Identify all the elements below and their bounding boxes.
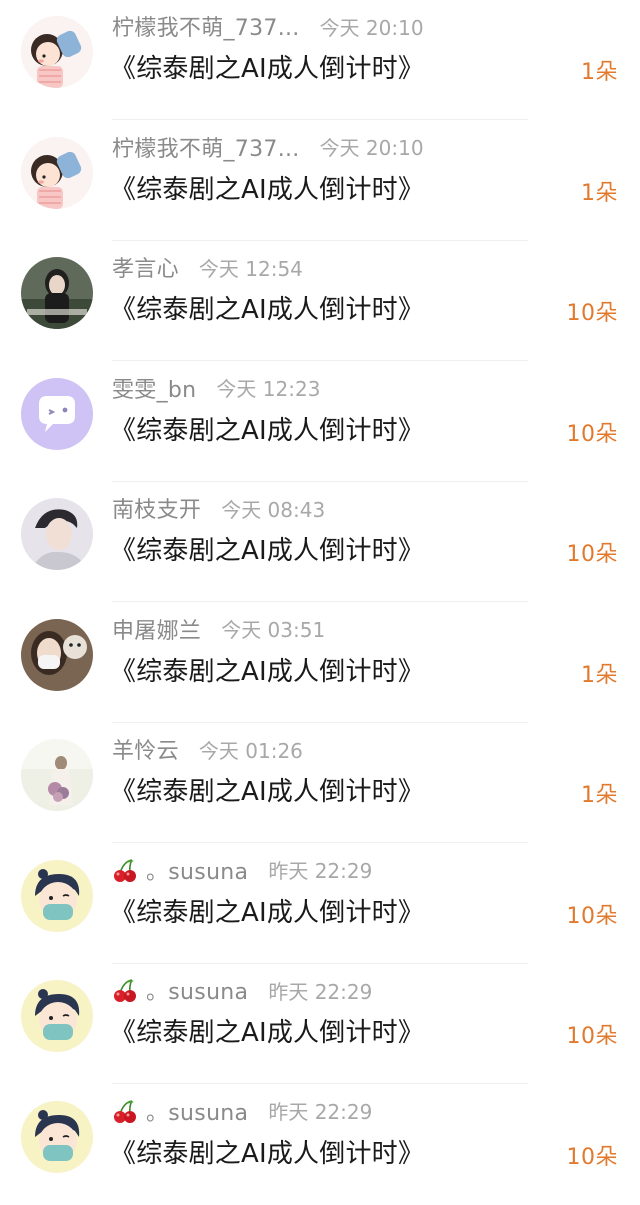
- timestamp: 今天 03:51: [221, 618, 326, 642]
- person-with-flowers-avatar: [21, 739, 93, 811]
- flower-count: 1朵: [581, 662, 618, 688]
- username[interactable]: 孝言心: [112, 251, 179, 283]
- cherry-icon: [112, 857, 138, 883]
- username[interactable]: 南枝支开: [112, 492, 201, 524]
- flower-count: 10朵: [566, 903, 618, 929]
- item-meta: 申屠娜兰 今天 03:51: [112, 613, 325, 645]
- book-title[interactable]: 《综泰剧之AI成人倒计时》: [110, 651, 424, 688]
- cartoon-girl-drinking-avatar: [21, 16, 93, 88]
- list-item[interactable]: 雯雯_bn 今天 12:23 《综泰剧之AI成人倒计时》 10朵: [0, 362, 640, 482]
- item-meta: 。susuna 昨天 22:29: [112, 1095, 372, 1127]
- book-title[interactable]: 《综泰剧之AI成人倒计时》: [110, 289, 424, 326]
- avatar[interactable]: [21, 16, 93, 88]
- list-item[interactable]: 羊怜云 今天 01:26 《综泰剧之AI成人倒计时》 1朵: [0, 723, 640, 843]
- item-meta: 柠檬我不萌_737... 今天 20:10: [112, 10, 424, 42]
- cherry-icon: [112, 1098, 138, 1124]
- item-meta: 南枝支开 今天 08:43: [112, 492, 325, 524]
- username[interactable]: 柠檬我不萌_737...: [112, 131, 300, 163]
- flower-count: 10朵: [566, 421, 618, 447]
- avatar[interactable]: [21, 377, 93, 450]
- flower-count: 10朵: [566, 301, 618, 326]
- flower-count: 1朵: [581, 60, 618, 85]
- list-item[interactable]: 。susuna 昨天 22:29 《综泰剧之AI成人倒计时》 10朵: [0, 964, 640, 1084]
- timestamp: 今天 12:54: [198, 256, 303, 281]
- avatar[interactable]: [21, 1100, 93, 1173]
- purple-chat-bubble-avatar: [21, 377, 93, 450]
- list-item[interactable]: 南枝支开 今天 08:43 《综泰剧之AI成人倒计时》 10朵: [0, 482, 640, 602]
- book-title[interactable]: 《综泰剧之AI成人倒计时》: [110, 1133, 424, 1170]
- flower-count: 10朵: [566, 542, 618, 567]
- username[interactable]: 柠檬我不萌_737...: [112, 10, 300, 42]
- avatar[interactable]: [21, 618, 93, 691]
- book-title[interactable]: 《综泰剧之AI成人倒计时》: [110, 48, 424, 85]
- flower-count: 10朵: [566, 1144, 618, 1170]
- flower-count: 10朵: [566, 1024, 618, 1049]
- dark-hair-woman-photo-avatar: [21, 257, 93, 329]
- avatar[interactable]: [21, 498, 93, 570]
- item-meta: 孝言心 今天 12:54: [112, 251, 303, 283]
- flower-count: 1朵: [581, 180, 618, 206]
- avatar[interactable]: [21, 257, 93, 329]
- book-title[interactable]: 《综泰剧之AI成人倒计时》: [110, 530, 424, 567]
- list-item[interactable]: 孝言心 今天 12:54 《综泰剧之AI成人倒计时》 10朵: [0, 241, 640, 361]
- username[interactable]: 。susuna: [146, 1095, 248, 1127]
- book-title[interactable]: 《综泰剧之AI成人倒计时》: [110, 771, 424, 808]
- book-title[interactable]: 《综泰剧之AI成人倒计时》: [110, 1012, 424, 1049]
- item-meta: 柠檬我不萌_737... 今天 20:10: [112, 131, 424, 163]
- list-item[interactable]: 。susuna 昨天 22:29 《综泰剧之AI成人倒计时》 10朵: [0, 1085, 640, 1205]
- item-meta: 雯雯_bn 今天 12:23: [112, 372, 320, 404]
- young-man-photo-avatar: [21, 498, 93, 570]
- avatar[interactable]: [21, 859, 93, 932]
- item-meta: 。susuna 昨天 22:29: [112, 974, 372, 1006]
- cartoon-masked-boy-avatar: [21, 1100, 93, 1173]
- username[interactable]: 。susuna: [146, 854, 248, 886]
- timestamp: 今天 01:26: [198, 738, 303, 763]
- timestamp: 昨天 22:29: [268, 979, 373, 1004]
- timestamp: 今天 20:10: [319, 136, 424, 160]
- timestamp: 昨天 22:29: [268, 859, 373, 883]
- masked-woman-with-dog-avatar: [21, 618, 93, 691]
- item-meta: 。susuna 昨天 22:29: [112, 854, 372, 886]
- book-title[interactable]: 《综泰剧之AI成人倒计时》: [110, 892, 424, 929]
- timestamp: 今天 20:10: [319, 15, 424, 40]
- item-meta: 羊怜云 今天 01:26: [112, 733, 303, 765]
- list-item[interactable]: 。susuna 昨天 22:29 《综泰剧之AI成人倒计时》 10朵: [0, 844, 640, 964]
- username[interactable]: 。susuna: [146, 974, 248, 1006]
- timestamp: 今天 08:43: [221, 497, 326, 522]
- book-title[interactable]: 《综泰剧之AI成人倒计时》: [110, 169, 424, 206]
- book-title[interactable]: 《综泰剧之AI成人倒计时》: [110, 410, 424, 447]
- timestamp: 今天 12:23: [216, 377, 321, 401]
- flower-count: 1朵: [581, 783, 618, 808]
- cherry-icon: [112, 977, 138, 1003]
- list-item[interactable]: 柠檬我不萌_737... 今天 20:10 《综泰剧之AI成人倒计时》 1朵: [0, 0, 640, 120]
- username[interactable]: 申屠娜兰: [112, 613, 201, 645]
- cartoon-masked-boy-avatar: [21, 859, 93, 932]
- username[interactable]: 羊怜云: [112, 733, 179, 765]
- avatar[interactable]: [21, 739, 93, 811]
- list-item[interactable]: 申屠娜兰 今天 03:51 《综泰剧之AI成人倒计时》 1朵: [0, 603, 640, 723]
- avatar[interactable]: [21, 136, 93, 209]
- avatar[interactable]: [21, 980, 93, 1052]
- cartoon-girl-drinking-avatar: [21, 136, 93, 209]
- list-item[interactable]: 柠檬我不萌_737... 今天 20:10 《综泰剧之AI成人倒计时》 1朵: [0, 121, 640, 241]
- username[interactable]: 雯雯_bn: [112, 372, 196, 404]
- timestamp: 昨天 22:29: [268, 1100, 373, 1124]
- cartoon-masked-boy-avatar: [21, 980, 93, 1052]
